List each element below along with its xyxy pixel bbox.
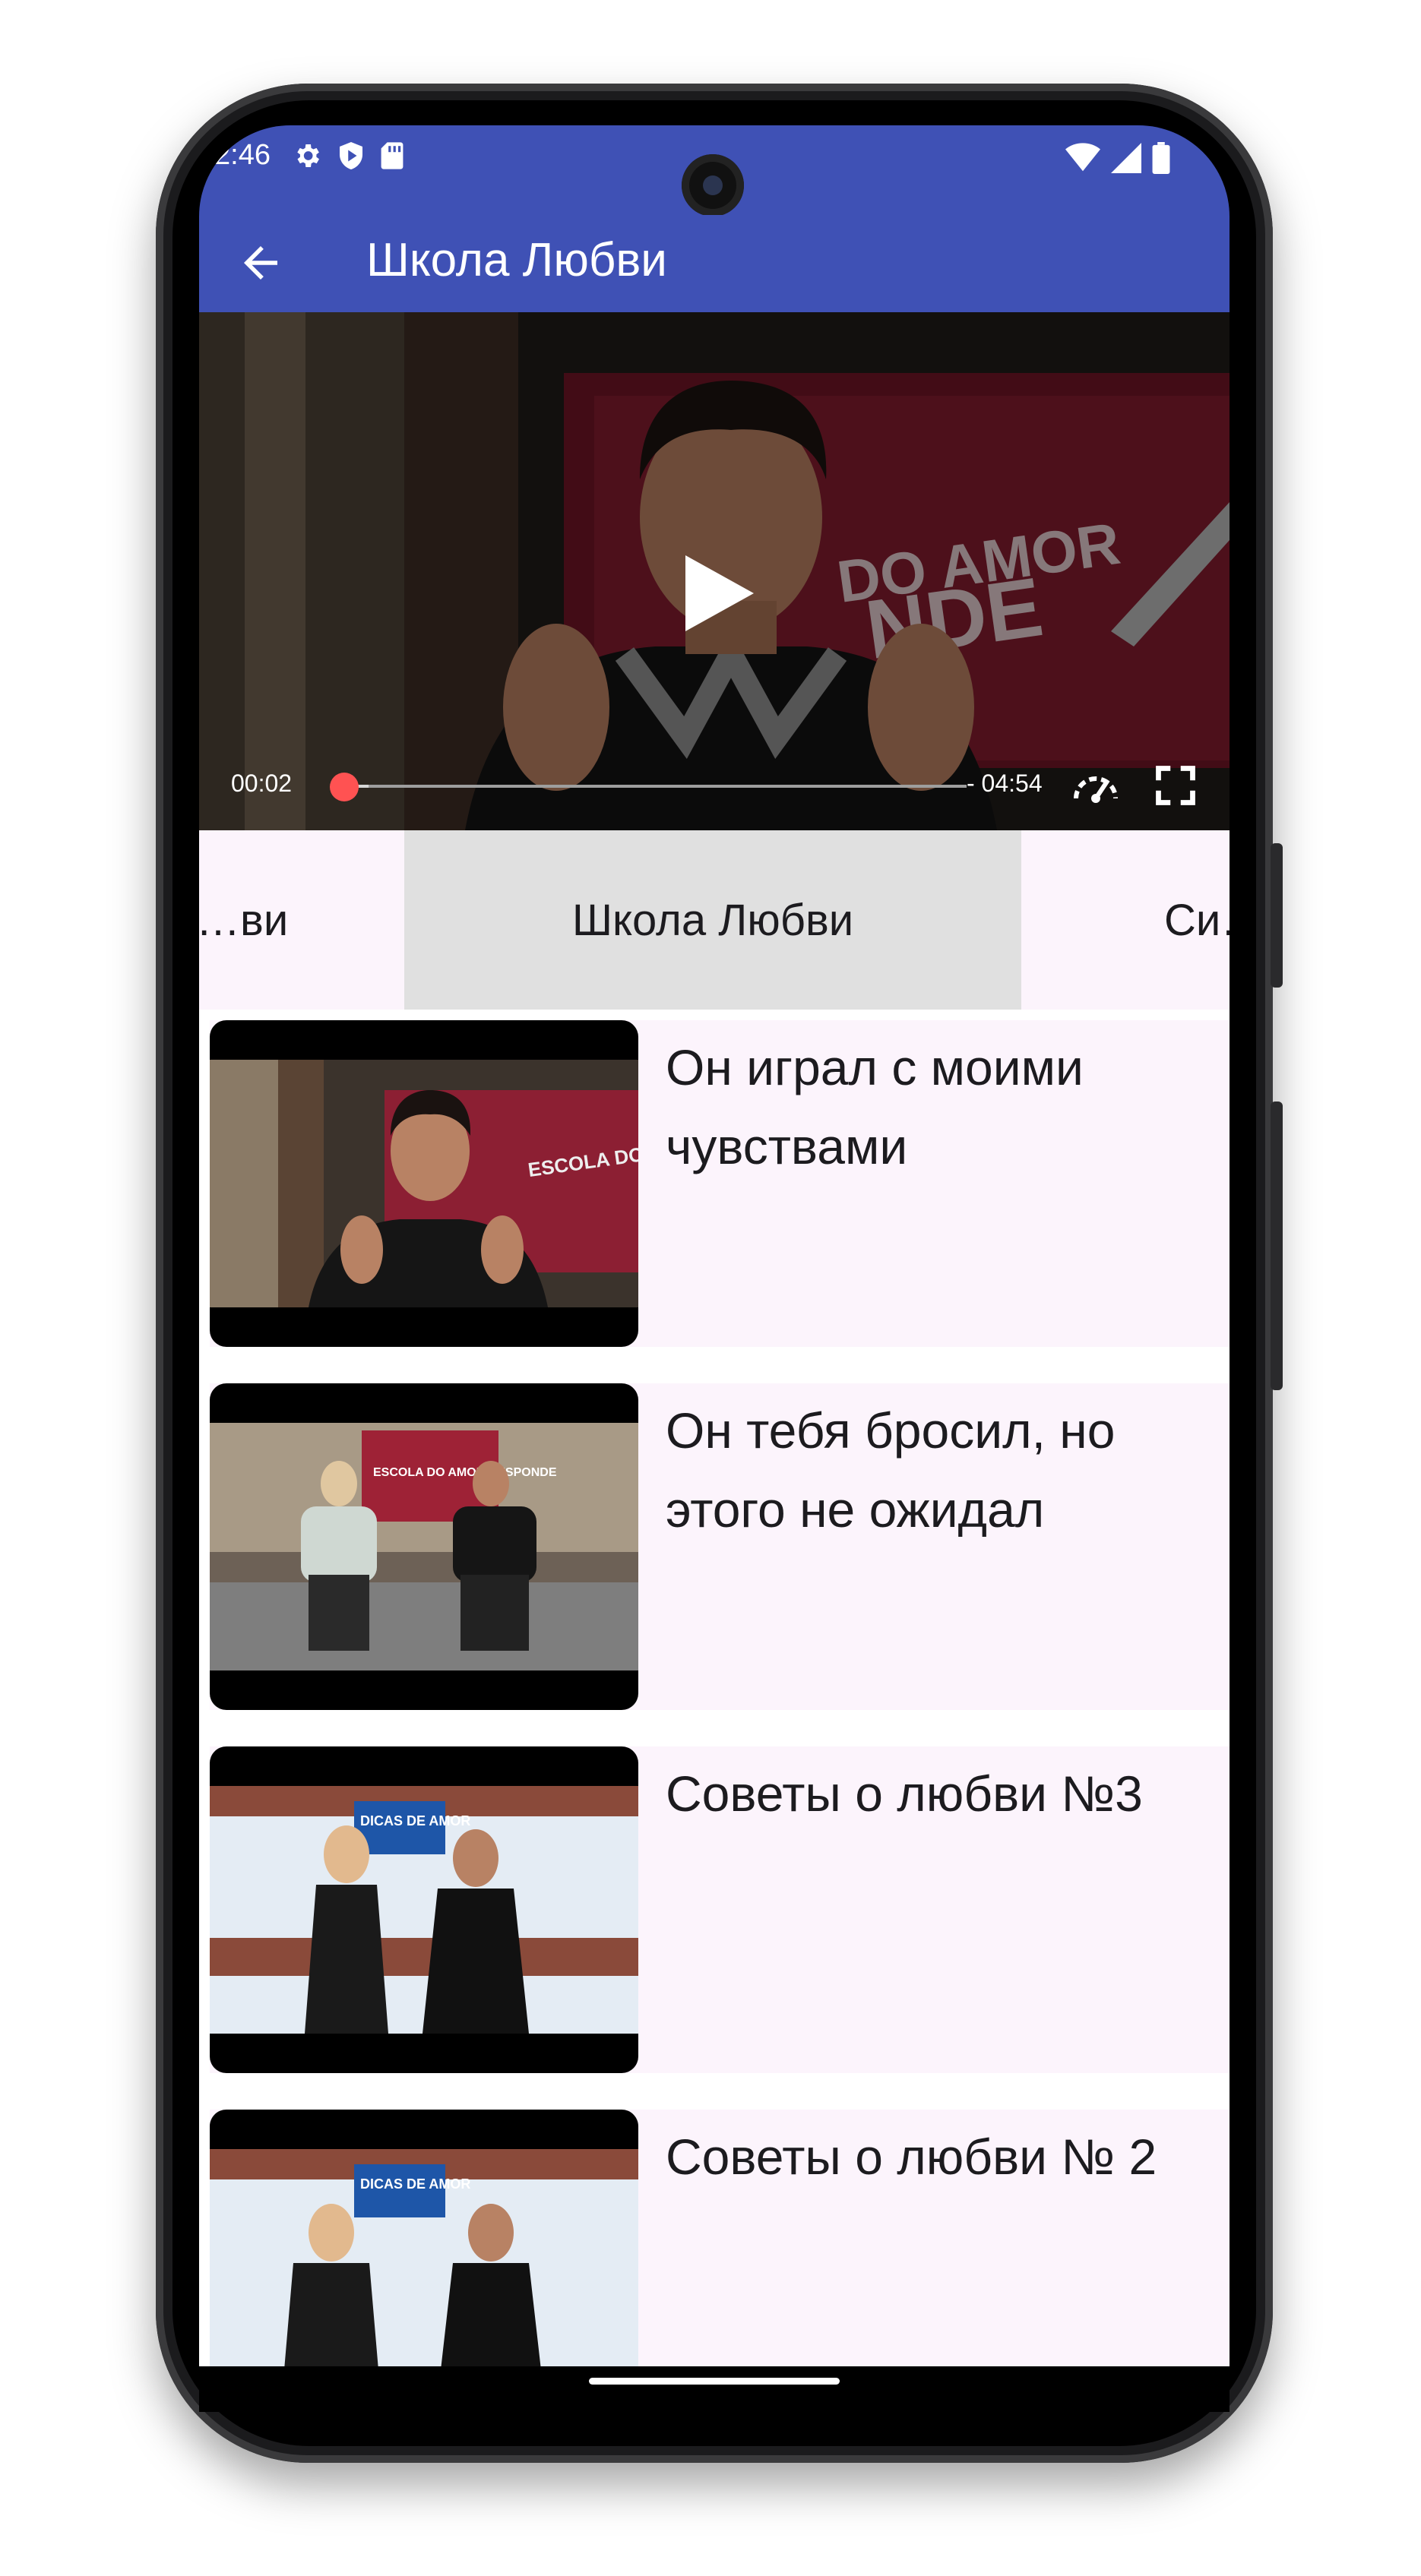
video-item[interactable]: ESCOLA DO AMOR RESPONDE Он тебя бросил, … <box>210 1383 1230 1710</box>
video-item[interactable]: ESCOLA DO AMOR RESPONDE Он играл с моими… <box>210 1020 1230 1347</box>
cell-signal-icon <box>1111 143 1141 173</box>
video-title: Он играл с моими чувствами <box>666 1039 1084 1174</box>
status-time: 2:46 <box>214 139 271 171</box>
shield-play-icon <box>340 142 362 169</box>
tab-next[interactable]: Си… <box>1164 830 1230 1010</box>
video-item[interactable]: DICAS DE AMOR Советы о любви №3 <box>210 1746 1230 2073</box>
video-thumbnail: ESCOLA DO AMOR RESPONDE <box>210 1383 638 1710</box>
volume-button <box>1271 843 1283 988</box>
page-title: Школа Любви <box>366 234 667 286</box>
thumb-text: ESCOLA DO AMOR RESPONDE <box>373 1466 557 1479</box>
seek-thumb[interactable] <box>330 773 359 801</box>
video-thumbnail: DICAS DE AMOR <box>210 2110 638 2366</box>
player-controls: 00:02 - 04:54 <box>199 747 1230 830</box>
tab-previous[interactable]: …ви <box>199 830 401 1010</box>
navigation-bar <box>199 2366 1230 2412</box>
video-title: Советы о любви № 2 <box>666 2129 1157 2185</box>
wifi-icon <box>1065 143 1100 172</box>
gesture-handle[interactable] <box>589 2378 840 2385</box>
sd-card-icon <box>381 142 404 169</box>
play-icon[interactable] <box>685 555 754 631</box>
arrow-back-icon[interactable] <box>236 238 286 288</box>
remaining-time: - 04:54 <box>967 770 1043 797</box>
category-tabs: …ви Школа Любви Си… <box>199 830 1230 1010</box>
video-item[interactable]: DICAS DE AMOR Советы о любви № 2 <box>210 2110 1230 2366</box>
front-camera <box>682 154 744 217</box>
app-bar: Школа Любви <box>199 215 1230 312</box>
thumb-text: DICAS DE AMOR <box>360 2176 470 2192</box>
battery-icon <box>1152 142 1170 174</box>
video-title: Советы о любви №3 <box>666 1765 1143 1822</box>
tab-school-of-love[interactable]: Школа Любви <box>404 830 1021 1010</box>
fullscreen-icon[interactable] <box>1155 765 1196 806</box>
thumb-text: DICAS DE AMOR <box>360 1813 470 1828</box>
settings-icon <box>297 144 319 167</box>
playback-speed-icon[interactable] <box>1071 765 1120 808</box>
screen: 2:46 Школа Любви DO AMOR NDE 00:02 - 04:… <box>199 125 1230 2366</box>
video-player[interactable]: DO AMOR NDE 00:02 - 04:54 <box>199 312 1230 830</box>
current-time: 00:02 <box>231 770 293 797</box>
power-button <box>1271 1102 1283 1390</box>
video-thumbnail: DICAS DE AMOR <box>210 1746 638 2073</box>
seek-bar[interactable] <box>343 785 967 788</box>
video-title: Он тебя бросил, но этого не ожидал <box>666 1402 1116 1538</box>
video-list: ESCOLA DO AMOR RESPONDE Он играл с моими… <box>199 1010 1230 2366</box>
video-thumbnail: ESCOLA DO AMOR RESPONDE <box>210 1020 638 1347</box>
